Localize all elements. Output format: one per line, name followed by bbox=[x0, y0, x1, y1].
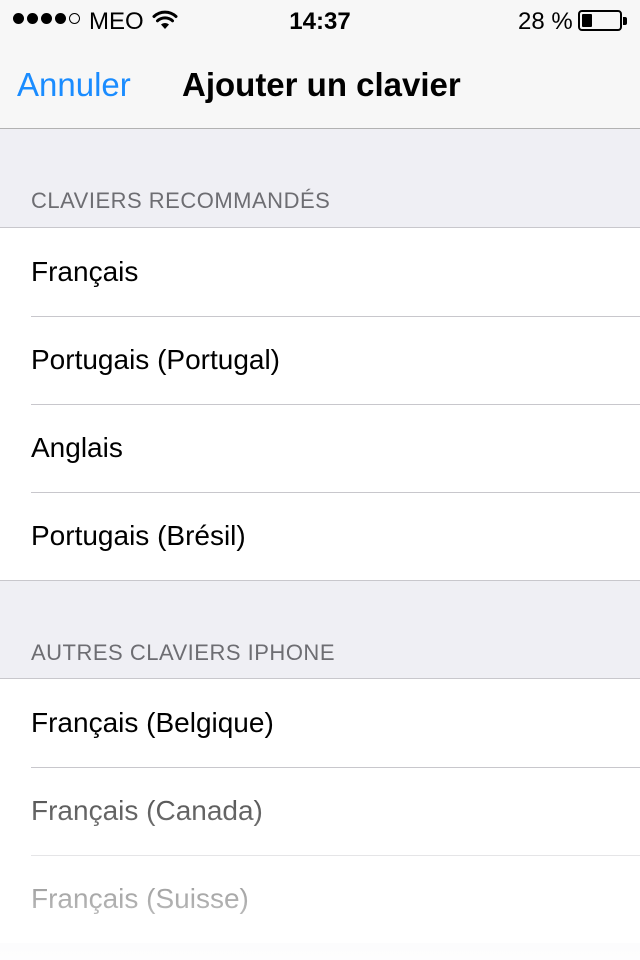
battery-icon bbox=[578, 10, 622, 31]
recommended-keyboards-list: Français Portugais (Portugal) Anglais Po… bbox=[0, 227, 640, 581]
keyboard-label: Français bbox=[31, 256, 139, 287]
keyboard-label: Français (Canada) bbox=[31, 795, 263, 826]
list-item[interactable]: Français bbox=[0, 228, 640, 316]
keyboard-label: Portugais (Brésil) bbox=[31, 520, 246, 551]
list-item[interactable]: Anglais bbox=[0, 404, 640, 492]
list-item[interactable]: Français (Belgique) bbox=[0, 679, 640, 767]
battery-percentage: 28 % bbox=[518, 8, 573, 35]
battery-tip bbox=[623, 17, 627, 25]
other-keyboards-list: Français (Belgique) Français (Canada) Fr… bbox=[0, 678, 640, 943]
keyboard-label: Anglais bbox=[31, 432, 123, 463]
keyboard-label: Portugais (Portugal) bbox=[31, 344, 281, 375]
cancel-button[interactable]: Annuler bbox=[17, 66, 131, 104]
list-item[interactable]: Français (Canada) bbox=[0, 767, 640, 855]
list-item[interactable]: Français (Suisse) bbox=[0, 855, 640, 943]
navigation-bar: Annuler Ajouter un clavier bbox=[0, 40, 640, 129]
section-header-recommended: CLAVIERS RECOMMANDÉS bbox=[31, 188, 331, 213]
keyboard-label: Français (Belgique) bbox=[31, 707, 274, 738]
page-title: Ajouter un clavier bbox=[182, 66, 461, 103]
status-bar: MEO 14:37 28 % bbox=[0, 0, 640, 40]
list-item[interactable]: Portugais (Brésil) bbox=[0, 492, 640, 580]
section-header-other: AUTRES CLAVIERS IPHONE bbox=[31, 640, 335, 665]
keyboard-label: Français (Suisse) bbox=[31, 883, 249, 914]
list-item[interactable]: Portugais (Portugal) bbox=[0, 316, 640, 404]
